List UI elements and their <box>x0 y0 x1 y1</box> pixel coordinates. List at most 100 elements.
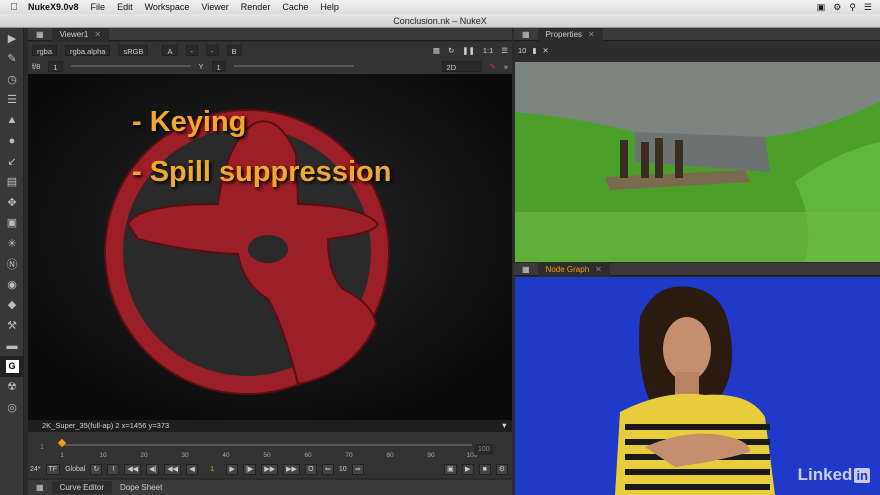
input-b-dropdown[interactable]: - <box>206 44 219 56</box>
circle-icon[interactable]: ● <box>0 131 24 152</box>
grid-icon[interactable]: ▦ <box>514 28 538 41</box>
fstop-label[interactable]: f/8 <box>32 62 40 71</box>
cube-icon[interactable]: ▣ <box>0 213 24 234</box>
settings-icon[interactable]: ⚙ <box>495 463 508 475</box>
gain-field[interactable]: 1 <box>48 60 63 72</box>
apple-icon[interactable]:  <box>0 2 28 13</box>
list-icon[interactable]: ☰ <box>864 2 872 13</box>
viewer-status-text: 2K_Super_35(full-ap) 2 x=1456 y=373 <box>42 421 170 430</box>
scope-dropdown[interactable]: Global <box>65 466 85 473</box>
step-field[interactable]: 10 <box>339 466 347 473</box>
render-icon[interactable]: ▶ <box>461 463 474 475</box>
stack-icon[interactable]: ▤ <box>0 172 24 193</box>
zoom-dropdown[interactable]: 1:1 <box>483 46 493 55</box>
menu-help[interactable]: Help <box>320 2 339 12</box>
viewer-menu-icon[interactable]: ☰ <box>501 46 512 55</box>
loop-icon[interactable]: ↻ <box>90 463 103 475</box>
camera-icon[interactable]: ▣ <box>817 2 826 13</box>
expand-icon[interactable]: » <box>504 62 512 71</box>
viewer-tab-bar: ▦ Viewer1 ✕ <box>28 27 512 41</box>
grid-icon[interactable]: ▦ <box>28 28 52 41</box>
move-icon[interactable]: ✥ <box>0 192 24 213</box>
timeline-start[interactable]: 1 <box>40 444 44 451</box>
first-frame-icon[interactable]: ◀◀ <box>124 463 142 475</box>
input-a-dropdown[interactable]: - <box>185 44 198 56</box>
pointer-icon[interactable]: ▶ <box>0 28 24 49</box>
gain-slider[interactable] <box>70 65 191 67</box>
current-frame-field[interactable]: 1 <box>203 466 221 473</box>
paint-icon[interactable]: ✎ <box>0 49 24 70</box>
wrench-icon[interactable]: ⚒ <box>0 315 24 336</box>
control-icon[interactable]: ⚙ <box>833 2 841 13</box>
corner-icon[interactable]: ↙ <box>0 151 24 172</box>
pause-icon[interactable]: ❚❚ <box>462 46 475 55</box>
in-point-icon[interactable]: I <box>107 463 120 475</box>
gamma-label: Y <box>198 61 204 71</box>
input-b-label[interactable]: B <box>226 44 242 56</box>
max-panels-field[interactable]: 10 <box>518 46 526 55</box>
prev-frame-icon[interactable]: ◀◀ <box>164 463 182 475</box>
play-back-icon[interactable]: ◀ <box>186 463 199 475</box>
tab-viewer1[interactable]: Viewer1 ✕ <box>51 27 110 41</box>
timeline-end[interactable]: 100 <box>474 444 494 455</box>
gamma-field[interactable]: 1 <box>211 60 226 72</box>
viewer-status-bar: 2K_Super_35(full-ap) 2 x=1456 y=373 ▼ <box>28 420 512 432</box>
tag-icon[interactable]: ◆ <box>0 295 24 316</box>
lock-icon[interactable]: ▮ <box>532 46 536 55</box>
step-back-icon[interactable]: ⇐ <box>321 463 334 475</box>
clock-icon[interactable]: ◷ <box>0 69 24 90</box>
tf-dropdown[interactable]: TF <box>45 463 61 475</box>
tab-curve-editor[interactable]: Curve Editor <box>51 481 113 494</box>
step-forward-icon[interactable]: ⇒ <box>351 463 364 475</box>
input-a-label[interactable]: A <box>162 44 178 56</box>
fps-dropdown[interactable]: 24* <box>30 466 41 473</box>
asterisk-icon[interactable]: ✳ <box>0 233 24 254</box>
grid-icon[interactable]: ▦ <box>514 263 538 276</box>
other-icon[interactable]: ◎ <box>0 397 24 418</box>
next-frame-icon[interactable]: ▶▶ <box>261 463 279 475</box>
pencil-icon[interactable]: ✎ <box>490 62 496 71</box>
eye-icon[interactable]: ◉ <box>0 274 24 295</box>
tab-node-graph[interactable]: Node Graph ✕ <box>537 262 610 276</box>
app-name[interactable]: NukeX9.0v8 <box>28 2 79 12</box>
menu-file[interactable]: File <box>91 2 106 12</box>
clear-panels-icon[interactable]: ✕ <box>542 46 548 55</box>
stop-icon[interactable]: ■ <box>478 463 491 475</box>
menu-cache[interactable]: Cache <box>282 2 308 12</box>
menu-workspace[interactable]: Workspace <box>145 2 190 12</box>
nuke-icon[interactable]: ☢ <box>0 377 24 398</box>
refresh-icon[interactable]: ↻ <box>448 46 454 55</box>
menu-render[interactable]: Render <box>241 2 271 12</box>
tab-properties[interactable]: Properties ✕ <box>537 27 603 41</box>
status-arrow-icon[interactable]: ▼ <box>501 420 508 432</box>
last-frame-icon[interactable]: ▶▶ <box>283 463 300 475</box>
timeline-ruler[interactable]: 1 10 20 30 40 50 60 70 80 90 100 <box>57 438 477 459</box>
play-icon[interactable]: ▶ <box>226 463 239 475</box>
close-icon[interactable]: ✕ <box>595 263 602 276</box>
layers-icon[interactable]: ☰ <box>0 90 24 111</box>
out-point-icon[interactable]: O <box>304 463 317 475</box>
close-icon[interactable]: ✕ <box>588 28 595 41</box>
alpha-channel-dropdown[interactable]: rgba.alpha <box>65 44 111 56</box>
draw-icon[interactable]: ▲ <box>0 110 24 131</box>
search-icon[interactable]: ⚲ <box>849 2 856 13</box>
g-icon[interactable]: G <box>0 356 24 377</box>
d-icon[interactable]: Ⓝ <box>0 254 24 275</box>
viewer-canvas[interactable]: - Keying - Spill suppression <box>28 74 512 420</box>
overlay-icon[interactable]: ▦ <box>433 46 440 55</box>
next-key-icon[interactable]: |▶ <box>243 463 257 475</box>
gamma-slider[interactable] <box>233 65 354 67</box>
grid-icon[interactable]: ▦ <box>28 481 52 494</box>
close-icon[interactable]: ✕ <box>94 28 101 41</box>
timeline-tick: 40 <box>222 452 230 459</box>
menu-edit[interactable]: Edit <box>117 2 133 12</box>
flipbook-icon[interactable]: ▣ <box>444 463 457 475</box>
window-title: Conclusion.nk – NukeX <box>393 16 487 26</box>
film-icon[interactable]: ▬ <box>0 336 24 357</box>
view-mode-dropdown[interactable]: 2D <box>441 60 482 72</box>
channels-dropdown[interactable]: rgba <box>32 44 58 56</box>
prev-key-icon[interactable]: ◀| <box>146 463 160 475</box>
menu-viewer[interactable]: Viewer <box>201 2 228 12</box>
tab-dope-sheet[interactable]: Dope Sheet <box>112 481 170 494</box>
colorspace-dropdown[interactable]: sRGB <box>118 44 149 56</box>
